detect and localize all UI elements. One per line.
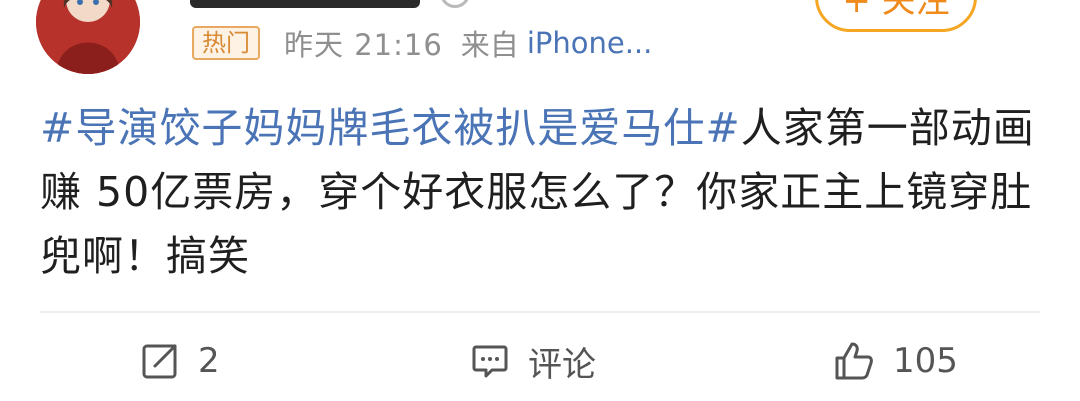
comment-button[interactable]: 评论 [470,338,596,385]
like-button[interactable]: 105 [833,338,958,384]
weibo-post-card: + 关注 热门 昨天 21:16 来自 iPhone... #导演饺子妈妈牌毛衣… [0,0,1080,401]
follow-button[interactable]: + 关注 [815,0,977,32]
comment-label: 评论 [528,344,596,385]
comment-icon [472,345,508,378]
divider [40,311,1040,313]
hot-badge: 热门 [192,26,260,60]
avatar-illustration [36,0,140,74]
repost-button[interactable]: 2 [140,338,220,384]
post-source-prefix: 来自 [460,28,519,62]
like-count: 105 [893,341,958,381]
post-source-device[interactable]: iPhone... [527,26,653,60]
post-meta: 热门 昨天 21:16 来自 iPhone... [192,24,652,62]
post-time: 昨天 21:16 [284,28,443,62]
like-thumb-icon [835,342,873,380]
repost-icon [142,344,177,379]
avatar[interactable] [36,0,140,74]
username-cropped-glyphs [190,0,420,8]
verified-badge-icon [440,0,470,8]
post-content: #导演饺子妈妈牌毛衣被扒是爱马仕#人家第一部动画赚 50亿票房，穿个好衣服怎么了… [40,96,1040,288]
topic-hashtag-link[interactable]: #导演饺子妈妈牌毛衣被扒是爱马仕# [40,104,741,152]
repost-count: 2 [198,341,220,381]
